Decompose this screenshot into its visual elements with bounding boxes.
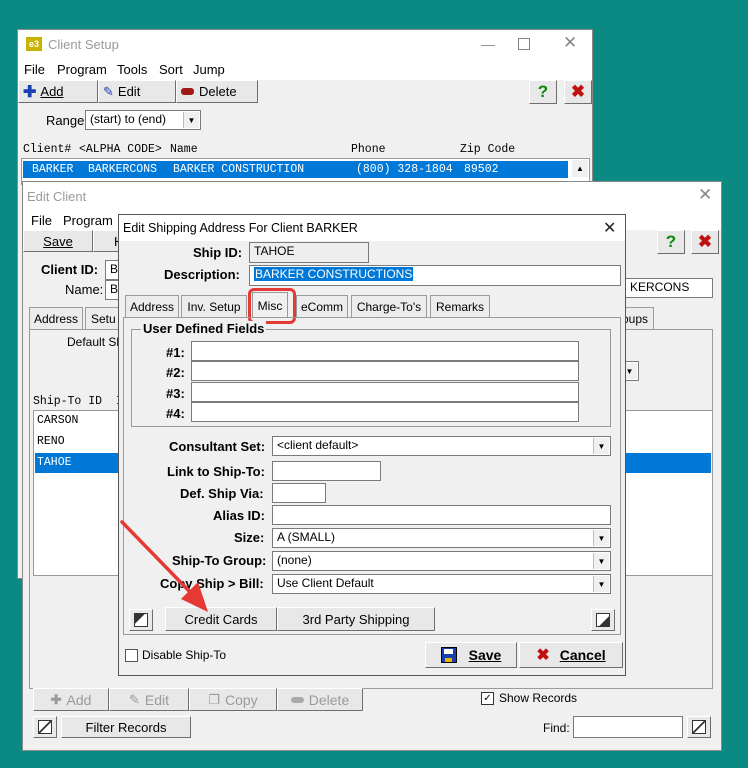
annotation-arrow [120, 520, 208, 612]
